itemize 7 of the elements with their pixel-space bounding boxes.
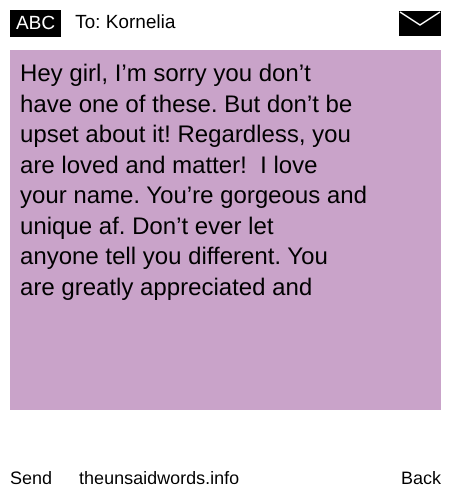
website-text: theunsaidwords.info [79, 467, 240, 490]
message-text: Hey girl, I’m sorry you don’t have one of these. But don’t be upset about it! Regardless, you are loved and matter! I love your name. You’re gorgeous and unique af. Don’t ever let anyone tell you different. You are greatly appreciated and [20, 59, 368, 302]
send-softkey[interactable]: Send [10, 465, 52, 492]
input-mode-label[interactable]: ABC [10, 10, 62, 37]
back-softkey[interactable]: Back [400, 465, 441, 492]
envelope-icon [399, 11, 441, 36]
recipient-label: To: Kornelia [75, 11, 176, 36]
